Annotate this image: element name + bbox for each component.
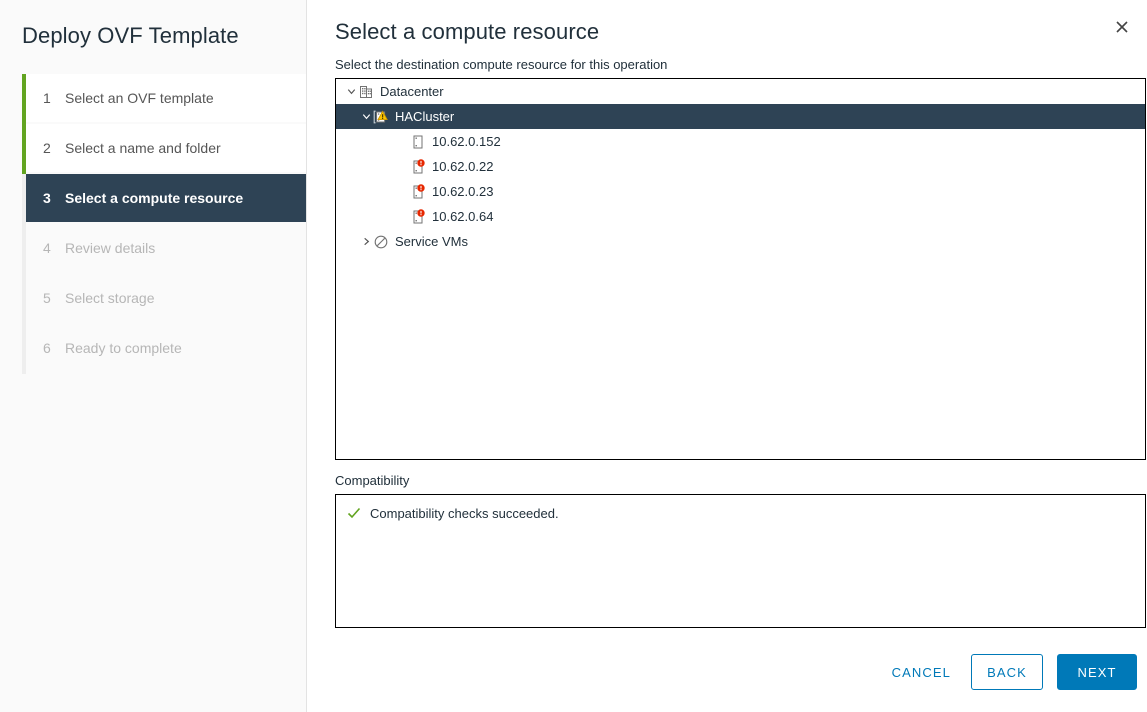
step-label: Select storage	[65, 290, 155, 306]
step-number: 6	[43, 340, 51, 356]
sidebar-step-5[interactable]: 5 Select storage	[26, 274, 306, 322]
error-badge-icon	[417, 158, 425, 167]
page-subtitle: Select the destination compute resource …	[335, 57, 668, 72]
sidebar-step-6[interactable]: 6 Ready to complete	[26, 324, 306, 372]
step-label: Review details	[65, 240, 156, 256]
chevron-down-icon[interactable]	[344, 85, 358, 99]
tree-row[interactable]: 10.62.0.22	[336, 154, 1145, 179]
wizard-title: Deploy OVF Template	[22, 23, 239, 48]
wizard-steps-list: 1 Select an OVF template 2 Select a name…	[0, 74, 306, 374]
tree-row[interactable]: Datacenter	[336, 79, 1145, 104]
tree-row[interactable]: 10.62.0.64	[336, 204, 1145, 229]
tree-row[interactable]: Service VMs	[336, 229, 1145, 254]
back-button[interactable]: BACK	[971, 654, 1043, 690]
next-button[interactable]: NEXT	[1057, 654, 1137, 690]
tree-node-label: 10.62.0.152	[432, 133, 501, 149]
step-number: 3	[43, 190, 51, 206]
wizard-sidebar: Deploy OVF Template 1 Select an OVF temp…	[0, 0, 307, 712]
wizard-content-pane: Select a compute resource Select the des…	[308, 0, 1147, 712]
sidebar-step-4[interactable]: 4 Review details	[26, 224, 306, 272]
compatibility-status-row: Compatibility checks succeeded.	[336, 495, 1145, 521]
resource-pool-icon	[373, 234, 389, 250]
sidebar-step-1[interactable]: 1 Select an OVF template	[26, 74, 306, 122]
step-number: 5	[43, 290, 51, 306]
chevron-down-icon[interactable]	[359, 110, 373, 124]
tree-row[interactable]: HACluster	[336, 104, 1145, 129]
host-icon	[410, 208, 426, 225]
chevron-right-icon[interactable]	[359, 235, 373, 249]
tree-node-label: Datacenter	[380, 83, 444, 99]
compatibility-label: Compatibility	[335, 473, 410, 488]
tree-node-label: 10.62.0.23	[432, 183, 494, 199]
step-label: Select a name and folder	[65, 140, 221, 156]
wizard-footer: CANCEL BACK NEXT	[886, 654, 1137, 690]
step-label: Ready to complete	[65, 340, 182, 356]
compute-resource-tree[interactable]: Datacenter HACluster 10.62.0.152 10.62.0…	[335, 78, 1146, 460]
host-icon	[410, 158, 426, 175]
step-number: 1	[43, 90, 51, 106]
step-number: 2	[43, 140, 51, 156]
error-badge-icon	[417, 208, 425, 217]
cluster-icon	[373, 109, 389, 125]
datacenter-icon	[358, 84, 374, 100]
tree-node-label: 10.62.0.64	[432, 208, 494, 224]
tree-row[interactable]: 10.62.0.23	[336, 179, 1145, 204]
close-icon	[1116, 21, 1128, 33]
close-button[interactable]	[1107, 12, 1137, 42]
tree-node-label: Service VMs	[395, 233, 468, 249]
compatibility-message: Compatibility checks succeeded.	[370, 505, 559, 521]
tree-row[interactable]: 10.62.0.152	[336, 129, 1145, 154]
error-badge-icon	[417, 183, 425, 192]
tree-node-label: 10.62.0.22	[432, 158, 494, 174]
host-icon	[410, 183, 426, 200]
cancel-button[interactable]: CANCEL	[886, 654, 957, 690]
tree-node-label: HACluster	[395, 108, 455, 124]
step-label: Select an OVF template	[65, 90, 214, 106]
sidebar-step-2[interactable]: 2 Select a name and folder	[26, 124, 306, 172]
check-icon	[347, 507, 361, 519]
step-label: Select a compute resource	[65, 190, 244, 206]
sidebar-step-3[interactable]: 3 Select a compute resource	[26, 174, 306, 222]
compatibility-panel: Compatibility checks succeeded.	[335, 494, 1146, 628]
step-number: 4	[43, 240, 51, 256]
host-icon	[410, 134, 426, 150]
page-title: Select a compute resource	[335, 19, 600, 44]
